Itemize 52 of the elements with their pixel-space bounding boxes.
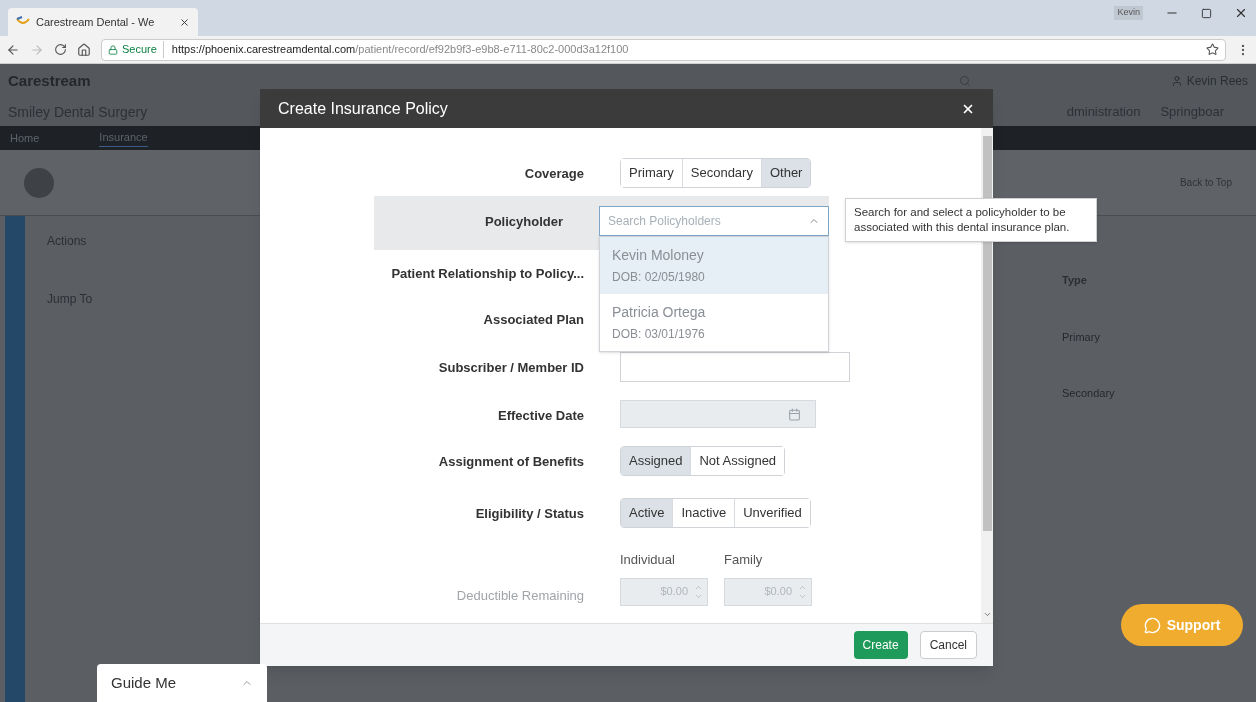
user-icon [1170, 75, 1183, 87]
reload-icon[interactable] [54, 43, 67, 56]
address-field[interactable]: Secure https://phoenix.carestreamdental.com/patient/record/ef92b9f3-e9b8-e711-80c2-000d3a12f100 [101, 38, 1226, 61]
nav-item[interactable]: Insurance [99, 129, 148, 147]
option-dob: DOB: 03/01/1976 [612, 326, 706, 343]
field-label: Deductible Remaining [455, 587, 585, 605]
table-cell-text: Secondary [1062, 386, 1116, 401]
amount-heading: Individual [620, 551, 676, 569]
segment-option[interactable]: Other [760, 159, 811, 187]
policyholder-select[interactable]: Search Policyholders [599, 206, 829, 236]
table-cell-text: Primary [1062, 329, 1101, 345]
scroll-down-icon[interactable] [982, 610, 992, 619]
field-label: Policyholder [483, 213, 564, 231]
tab-title: Carestream Dental - We [36, 14, 155, 30]
secure-label: Secure [122, 41, 164, 58]
bookmark-icon[interactable] [1206, 43, 1219, 56]
option-name: Patricia Ortega [612, 303, 707, 322]
field-label: Coverage [523, 165, 585, 183]
field-label: Effective Date [497, 407, 585, 425]
avatar-icon [24, 167, 54, 198]
chat-icon [1143, 616, 1161, 634]
option-name: Kevin Moloney [612, 246, 705, 265]
calendar-icon [788, 407, 801, 421]
maximize-icon[interactable] [1201, 7, 1212, 19]
modal-title: Create Insurance Policy [278, 98, 448, 119]
support-button[interactable]: Support [1121, 604, 1243, 646]
segment-option[interactable]: Not Assigned [690, 447, 785, 475]
browser-tab[interactable]: Carestream Dental - We [8, 8, 198, 36]
create-button[interactable]: Create [853, 631, 908, 659]
segment-option[interactable]: Assigned [621, 447, 691, 475]
field-label: Eligibility / Status [474, 505, 585, 523]
lock-icon [108, 44, 118, 55]
back-icon[interactable] [6, 42, 20, 57]
field-label: Subscriber / Member ID [437, 359, 585, 377]
home-icon[interactable] [77, 42, 91, 57]
url-text: https://phoenix.carestreamdental.com/patient/record/ef92b9f3-e9b8-e711-80c2-000d3a12f100 [170, 42, 629, 58]
select-placeholder: Search Policyholders [608, 213, 721, 230]
dropdown-option[interactable]: Patricia Ortega DOB: 03/01/1976 [600, 294, 828, 351]
close-icon[interactable] [1234, 6, 1248, 20]
nav-item[interactable]: Home [10, 129, 40, 147]
profile-name[interactable]: Kevin [1114, 6, 1143, 20]
dropdown-option[interactable]: Kevin Moloney DOB: 02/05/1980 [600, 237, 828, 294]
segment-option[interactable]: Unverified [734, 499, 810, 527]
option-dob: DOB: 02/05/1980 [612, 269, 706, 286]
guide-me-button[interactable]: Guide Me [97, 664, 267, 702]
member-id-field[interactable] [620, 352, 850, 382]
segment-option[interactable]: Active [621, 499, 673, 527]
close-icon[interactable] [179, 16, 190, 28]
amount-heading: Family [724, 551, 764, 569]
field-label: Assignment of Benefits [437, 453, 585, 471]
help-tooltip: Search for and select a policyholder to be associated with this dental insurance plan. [845, 198, 1097, 242]
cancel-button[interactable]: Cancel [919, 631, 977, 659]
